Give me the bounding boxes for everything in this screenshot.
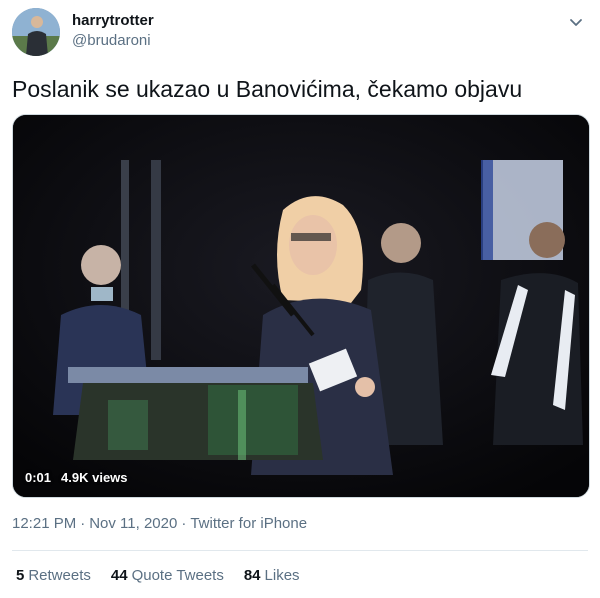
tweet: harrytrotter @brudaroni Poslanik se ukaz… bbox=[0, 0, 600, 598]
video-frame bbox=[13, 115, 589, 497]
user-handle[interactable]: @brudaroni bbox=[72, 31, 154, 51]
author-names: harrytrotter @brudaroni bbox=[72, 11, 154, 51]
more-options-button[interactable] bbox=[564, 10, 588, 34]
video-player[interactable]: 0:01 4.9K views bbox=[12, 114, 590, 498]
tweet-timestamp: 12:21 PM · Nov 11, 2020 · Twitter for iP… bbox=[12, 515, 307, 532]
separator: · bbox=[80, 515, 86, 532]
tweet-stats: 5 Retweets 44 Quote Tweets 84 Likes bbox=[16, 567, 300, 584]
tweet-date[interactable]: Nov 11, 2020 bbox=[89, 515, 177, 532]
avatar[interactable] bbox=[12, 8, 60, 56]
separator: · bbox=[181, 515, 187, 532]
video-meta: 0:01 4.9K views bbox=[25, 470, 128, 485]
tweet-time[interactable]: 12:21 PM bbox=[12, 515, 76, 532]
video-time: 0:01 bbox=[25, 470, 52, 485]
display-name[interactable]: harrytrotter bbox=[72, 11, 154, 31]
chevron-down-icon bbox=[570, 19, 582, 26]
retweets-stat[interactable]: 5 Retweets bbox=[16, 567, 91, 584]
likes-stat[interactable]: 84 Likes bbox=[244, 567, 300, 584]
tweet-header: harrytrotter @brudaroni bbox=[12, 8, 588, 58]
divider bbox=[12, 550, 588, 551]
quote-tweets-count: 44 bbox=[110, 567, 128, 584]
retweets-count: 5 bbox=[16, 567, 25, 584]
avatar-photo-icon bbox=[12, 8, 60, 56]
tweet-text: Poslanik se ukazao u Banovićima, čekamo … bbox=[12, 76, 523, 102]
likes-count: 84 bbox=[243, 567, 261, 584]
tweet-source[interactable]: Twitter for iPhone bbox=[190, 515, 307, 532]
video-views: 4.9K views bbox=[61, 470, 128, 485]
retweets-label: Retweets bbox=[28, 567, 91, 584]
likes-label: Likes bbox=[264, 567, 300, 584]
quote-tweets-label: Quote Tweets bbox=[131, 567, 224, 584]
quote-tweets-stat[interactable]: 44 Quote Tweets bbox=[111, 567, 224, 584]
